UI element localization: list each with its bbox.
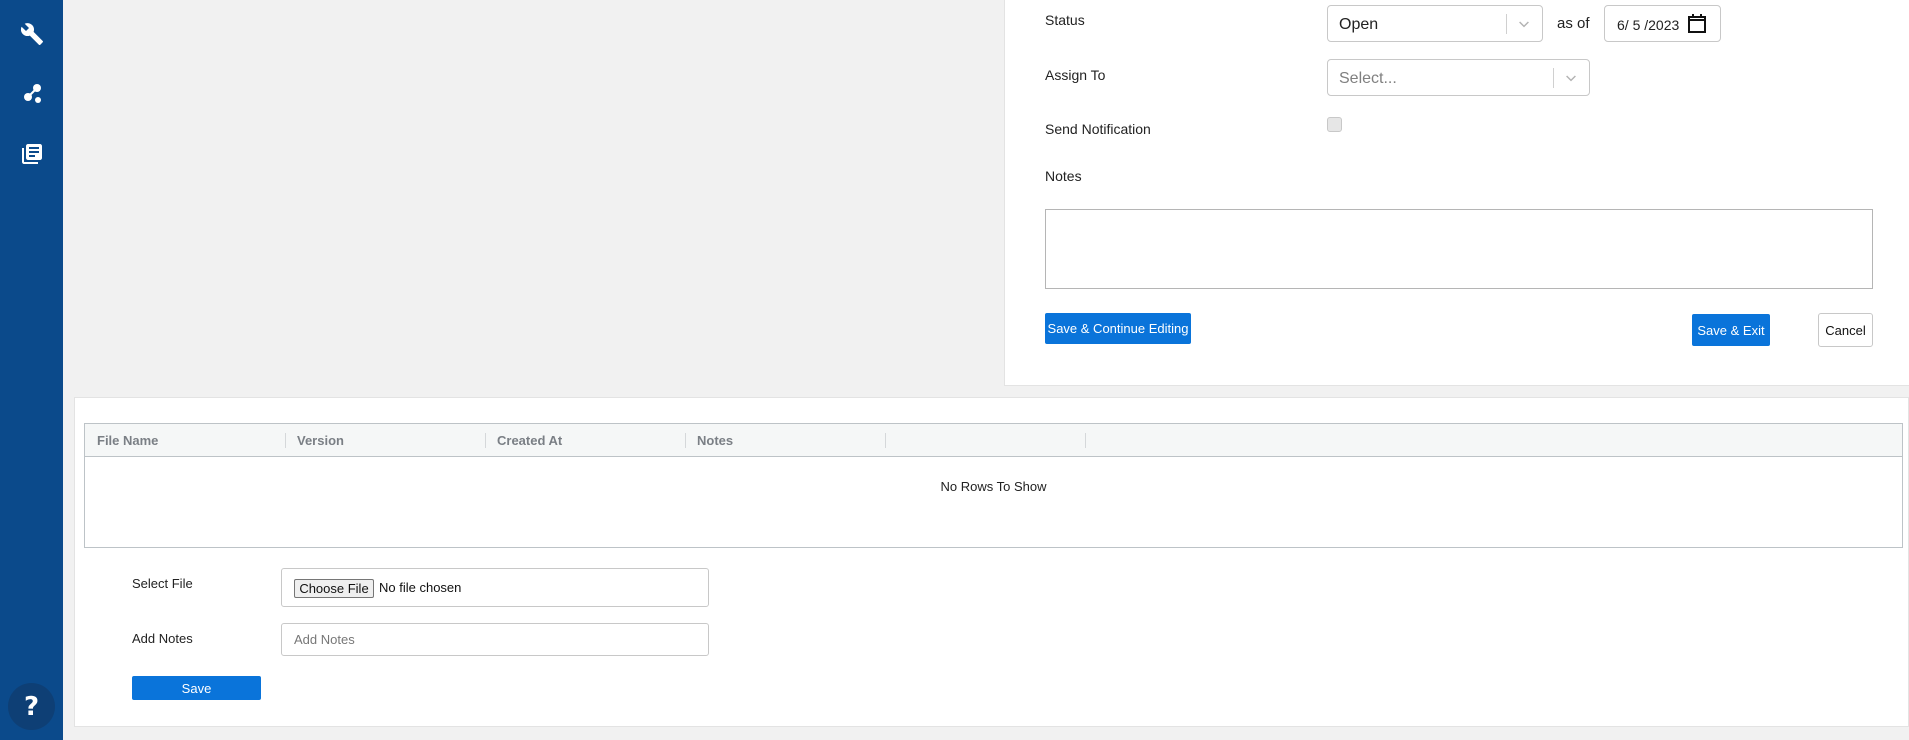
column-header-notes[interactable]: Notes [685,424,885,457]
add-notes-input[interactable] [281,623,709,656]
column-header-created-at[interactable]: Created At [485,424,685,457]
as-of-date-input[interactable]: 6/ 5 /2023 [1604,5,1721,42]
status-label: Status [1045,12,1085,28]
save-file-button[interactable]: Save [132,676,261,700]
chevron-down-icon [1566,75,1576,82]
nodes-icon[interactable] [19,81,44,106]
cancel-button[interactable]: Cancel [1818,313,1873,347]
assign-to-placeholder: Select... [1339,70,1397,87]
notes-textarea[interactable] [1045,209,1873,289]
column-header-version[interactable]: Version [285,424,485,457]
save-continue-editing-button[interactable]: Save & Continue Editing [1045,313,1191,344]
save-exit-button[interactable]: Save & Exit [1692,314,1770,346]
column-header-file-name[interactable]: File Name [85,424,285,457]
column-separator [1085,433,1086,448]
calendar-icon[interactable] [1688,14,1706,33]
no-rows-message: No Rows To Show [940,479,1047,494]
grid-header: File Name Version Created At Notes [85,424,1902,457]
status-value: Open [1339,16,1379,33]
assign-to-label: Assign To [1045,67,1106,83]
add-notes-label: Add Notes [132,631,193,646]
send-notification-label: Send Notification [1045,121,1151,137]
chevron-down-icon [1519,21,1529,28]
files-grid: File Name Version Created At Notes No Ro… [84,423,1903,548]
select-separator [1506,14,1507,34]
wrench-icon[interactable] [19,21,44,46]
select-file-label: Select File [132,576,193,591]
assign-to-select[interactable]: Select... [1327,59,1590,96]
help-icon: ? [23,691,40,722]
choose-file-button[interactable]: Choose File [294,579,374,598]
documents-icon[interactable] [19,141,44,166]
help-button[interactable]: ? [8,683,55,730]
column-header-actions[interactable] [885,424,1085,457]
send-notification-checkbox[interactable] [1327,117,1342,132]
status-select[interactable]: Open [1327,5,1543,42]
date-value: 6/ 5 /2023 [1617,17,1680,33]
notes-label: Notes [1045,168,1082,184]
select-separator [1553,68,1554,88]
file-input[interactable]: Choose File No file chosen [281,568,709,607]
as-of-label: as of [1557,15,1590,32]
sidebar: ? [0,0,63,740]
file-status: No file chosen [379,580,462,595]
